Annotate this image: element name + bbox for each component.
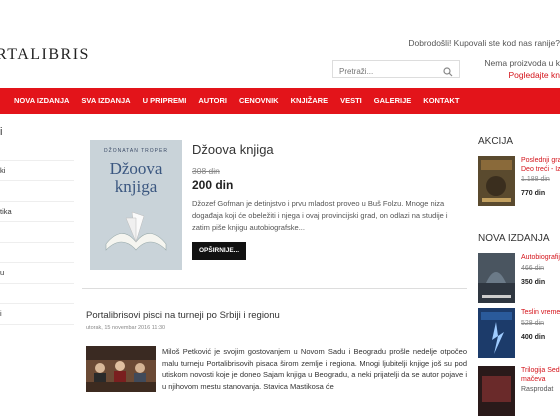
product-name-line[interactable]: Poslednji gra: [521, 156, 560, 165]
sidebar-item[interactable]: [0, 140, 74, 161]
nav-u-pripremi[interactable]: U PRIPREMI: [137, 88, 193, 114]
nav-cenovnik[interactable]: CENOVNIK: [233, 88, 285, 114]
akcija-heading: AKCIJA: [478, 136, 514, 147]
sidebar-heading: i: [0, 126, 3, 138]
product-name-line[interactable]: Trilogija Sed: [521, 366, 560, 375]
main-nav: NOVA IZDANJA SVA IZDANJA U PRIPREMI AUTO…: [0, 88, 560, 114]
product-name-line[interactable]: mačeva: [521, 375, 560, 384]
welcome-message[interactable]: Dobrodošli! Kupovali ste kod nas ranije?: [408, 38, 560, 48]
featured-old-price: 308 din: [192, 166, 220, 176]
product-price: 350 din: [521, 279, 546, 286]
nav-vesti[interactable]: VESTI: [334, 88, 368, 114]
product-cover-image[interactable]: [478, 308, 515, 358]
news-title[interactable]: Portalibrisovi pisci na turneji po Srbij…: [86, 310, 280, 321]
sidebar-item[interactable]: tika: [0, 202, 74, 222]
product-old-price: 466 din: [521, 265, 544, 272]
featured-description: Džozef Gofman je detinjstvo i prvu mlado…: [192, 199, 448, 232]
featured-book-cover[interactable]: DŽONATAN TROPER Džoova knjiga: [90, 140, 182, 270]
nav-sva-izdanja[interactable]: SVA IZDANJA: [75, 88, 136, 114]
nova-izdanja-heading: NOVA IZDANJA: [478, 233, 550, 244]
sidebar-item[interactable]: ki: [0, 161, 74, 181]
product-name[interactable]: Poslednji gra Deo treći - Iz: [521, 156, 560, 174]
news-excerpt: Miloš Petković je svojim gostovanjem u N…: [162, 347, 467, 391]
cover-title: Džoova knjiga: [109, 159, 163, 196]
featured-book-title[interactable]: Džoova knjiga: [192, 142, 274, 157]
product-old-price: 528 din: [521, 320, 544, 327]
nav-kontakt[interactable]: KONTAKT: [417, 88, 465, 114]
nav-autori[interactable]: AUTORI: [192, 88, 233, 114]
category-sidebar: i ki tika u i: [0, 126, 74, 325]
search-input[interactable]: [333, 63, 459, 80]
product-cover-image[interactable]: [478, 156, 515, 206]
sidebar-item[interactable]: [0, 243, 74, 263]
read-more-button[interactable]: OPŠIRNIJE...: [192, 242, 247, 260]
nav-galerije[interactable]: GALERIJE: [368, 88, 418, 114]
nav-knjizare[interactable]: KNJIŽARE: [285, 88, 335, 114]
cover-author: DŽONATAN TROPER: [104, 148, 168, 154]
open-book-illustration: [105, 211, 167, 251]
news-photo[interactable]: [86, 346, 156, 392]
product-name[interactable]: Trilogija Sed mačeva: [521, 366, 560, 384]
search-icon[interactable]: [443, 64, 453, 82]
featured-price: 200 din: [192, 178, 234, 192]
nav-nova-izdanja[interactable]: NOVA IZDANJA: [8, 88, 75, 114]
sidebar-item[interactable]: i: [0, 304, 74, 325]
sidebar-item[interactable]: [0, 222, 74, 243]
cart-status: Nema proizvoda u k Pogledajte kn: [484, 57, 560, 81]
site-logo[interactable]: RTALIBRIS: [0, 46, 90, 64]
product-status: Rasprodat: [521, 386, 554, 393]
search-box[interactable]: [332, 60, 460, 80]
product-name[interactable]: Teslin vreme: [521, 308, 560, 317]
sidebar-item[interactable]: [0, 181, 74, 202]
sidebar-item[interactable]: [0, 284, 74, 304]
sidebar-item[interactable]: u: [0, 263, 74, 284]
product-name[interactable]: Autobiografij: [521, 253, 560, 262]
product-old-price: 1.188 din: [521, 176, 550, 183]
product-price: 400 din: [521, 334, 546, 341]
news-date: utorak, 15 novembar 2016 11:30: [86, 325, 166, 331]
product-cover-image[interactable]: [478, 366, 515, 416]
section-divider: [82, 288, 467, 289]
product-price: 770 din: [521, 190, 546, 197]
cart-browse-link[interactable]: Pogledajte kn: [484, 69, 560, 81]
product-name-line[interactable]: Deo treći - Iz: [521, 165, 560, 174]
cart-empty-text: Nema proizvoda u k: [484, 58, 560, 68]
product-cover-image[interactable]: [478, 253, 515, 303]
